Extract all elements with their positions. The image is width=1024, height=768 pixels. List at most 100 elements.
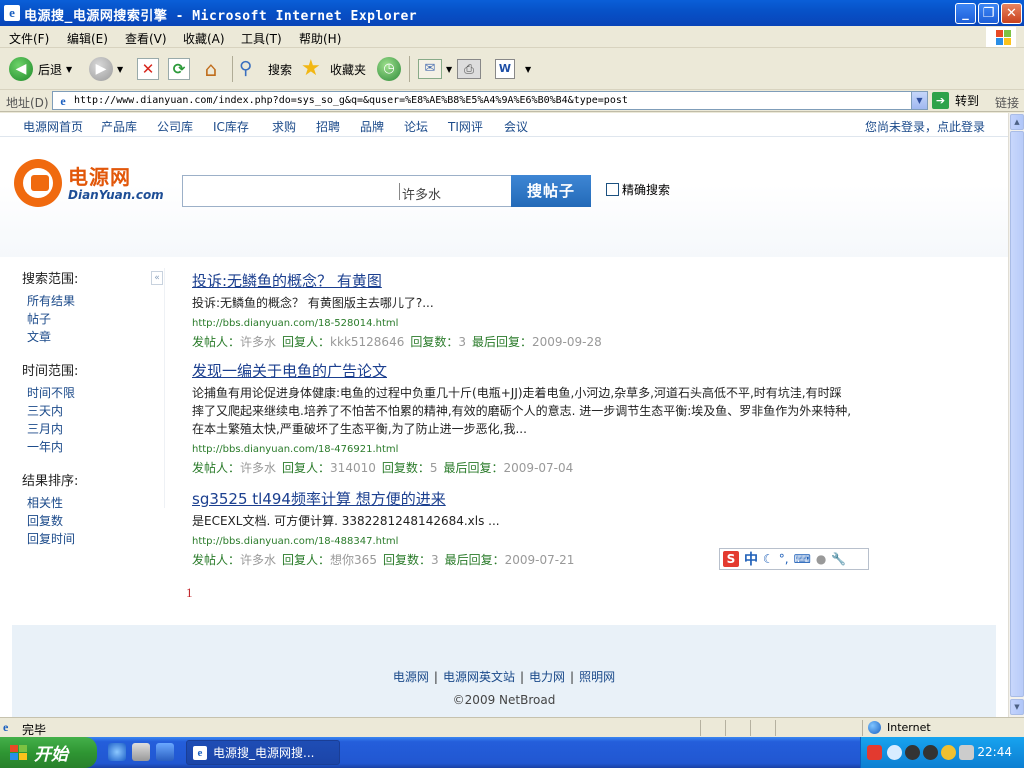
address-input[interactable]: e http://www.dianyuan.com/index.php?do=s…: [52, 91, 928, 110]
mail-button[interactable]: ✉ ▼: [418, 55, 452, 83]
links-button[interactable]: 链接: [995, 94, 1019, 111]
chevron-down-icon[interactable]: ▼: [911, 92, 927, 109]
search-button[interactable]: ⚲ 搜索: [239, 55, 292, 83]
moon-icon[interactable]: ☾: [763, 552, 774, 566]
ie-quicklaunch-icon[interactable]: [108, 743, 126, 761]
qq-tray-icon[interactable]: [905, 745, 920, 760]
go-button[interactable]: ➔ 转到: [932, 92, 979, 109]
arrow-tray-icon[interactable]: [887, 745, 902, 760]
ime-toolbar[interactable]: S 中 ☾ °, ⌨ ● 🔧: [719, 548, 869, 570]
sort-replies[interactable]: 回复数: [27, 512, 63, 529]
nav-forum[interactable]: 论坛: [404, 118, 428, 135]
scope-posts[interactable]: 帖子: [27, 310, 51, 327]
nav-meetings[interactable]: 会议: [504, 118, 528, 135]
menu-bar: 文件(F) 编辑(E) 查看(V) 收藏(A) 工具(T) 帮助(H): [0, 26, 1024, 48]
network-tray-icon[interactable]: [959, 745, 974, 760]
nav-ti-review[interactable]: TI网评: [448, 118, 483, 135]
site-logo[interactable]: 电源网 DianYuan.com: [14, 159, 174, 209]
login-link[interactable]: 您尚未登录，点此登录: [865, 118, 985, 135]
result-title[interactable]: 投诉:无鳞鱼的概念？ 有黄图: [192, 270, 852, 291]
status-bar: e 完毕 Internet: [0, 717, 1024, 737]
scope-articles[interactable]: 文章: [27, 328, 51, 345]
media-quicklaunch-icon[interactable]: [132, 743, 150, 761]
search-input[interactable]: 许多水: [182, 175, 512, 207]
maximize-button[interactable]: ❐: [978, 3, 999, 24]
footer-link-english[interactable]: 电源网英文站: [443, 670, 515, 684]
result-poster[interactable]: 许多水: [240, 553, 276, 567]
keyboard-icon[interactable]: ⌨: [794, 552, 811, 566]
vertical-scrollbar[interactable]: ▲ ▼: [1008, 113, 1024, 717]
taskbar-ie-window[interactable]: e 电源搜_电源网搜...: [186, 740, 340, 765]
user-icon[interactable]: ●: [816, 552, 826, 566]
chevron-down-icon[interactable]: ▼: [525, 65, 531, 74]
favorites-button[interactable]: ★ 收藏夹: [301, 55, 366, 83]
time-3months[interactable]: 三月内: [27, 420, 63, 437]
result-url[interactable]: http://bbs.dianyuan.com/18-528014.html: [192, 318, 852, 329]
forward-button[interactable]: ▶ ▼: [89, 55, 123, 83]
time-3days[interactable]: 三天内: [27, 402, 63, 419]
collapse-sidebar-icon[interactable]: «: [151, 271, 163, 285]
print-button[interactable]: ⎙: [457, 55, 481, 83]
result-replier[interactable]: 想你365: [330, 553, 377, 567]
chevron-down-icon[interactable]: ▼: [117, 65, 123, 74]
result-poster[interactable]: 许多水: [240, 335, 276, 349]
result-title[interactable]: 发现一编关于电鱼的广告论文: [192, 360, 852, 381]
volume-tray-icon[interactable]: [941, 745, 956, 760]
desktop-quicklaunch-icon[interactable]: [156, 743, 174, 761]
go-arrow-icon: ➔: [932, 92, 949, 109]
nav-products[interactable]: 产品库: [101, 118, 137, 135]
menu-view[interactable]: 查看(V): [125, 30, 167, 47]
nav-buy[interactable]: 求购: [272, 118, 296, 135]
result-replier[interactable]: kkk5128646: [330, 335, 404, 349]
wrench-icon[interactable]: 🔧: [831, 552, 846, 566]
scope-all[interactable]: 所有结果: [27, 292, 75, 309]
start-button[interactable]: 开始: [0, 737, 97, 768]
minimize-button[interactable]: _: [955, 3, 976, 24]
time-1year[interactable]: 一年内: [27, 438, 63, 455]
chevron-down-icon[interactable]: ▼: [66, 65, 72, 74]
qq-tray-icon[interactable]: [923, 745, 938, 760]
refresh-button[interactable]: ⟳: [168, 55, 190, 83]
nav-home[interactable]: 电源网首页: [23, 118, 83, 135]
result-replier[interactable]: 314010: [330, 461, 376, 475]
menu-edit[interactable]: 编辑(E): [67, 30, 108, 47]
result-url[interactable]: http://bbs.dianyuan.com/18-476921.html: [192, 444, 852, 455]
footer-link-power[interactable]: 电力网: [529, 670, 565, 684]
nav-brands[interactable]: 品牌: [360, 118, 384, 135]
menu-tools[interactable]: 工具(T): [241, 30, 282, 47]
chevron-down-icon[interactable]: ▼: [446, 65, 452, 74]
scroll-up-icon[interactable]: ▲: [1010, 114, 1024, 130]
result-title[interactable]: sg3525 tl494频率计算 想方便的进来: [192, 488, 852, 509]
scroll-down-icon[interactable]: ▼: [1010, 699, 1024, 715]
close-button[interactable]: ✕: [1001, 3, 1022, 24]
footer-link-lighting[interactable]: 照明网: [579, 670, 615, 684]
sogou-logo-icon[interactable]: S: [723, 551, 739, 567]
sort-relevance[interactable]: 相关性: [27, 494, 63, 511]
stop-button[interactable]: ✕: [137, 55, 159, 83]
menu-help[interactable]: 帮助(H): [299, 30, 341, 47]
menu-favorites[interactable]: 收藏(A): [183, 30, 225, 47]
search-posts-button[interactable]: 搜帖子: [511, 175, 591, 207]
footer-link-dianyuan[interactable]: 电源网: [393, 670, 429, 684]
menu-file[interactable]: 文件(F): [9, 30, 49, 47]
result-poster[interactable]: 许多水: [240, 461, 276, 475]
history-button[interactable]: ◷: [377, 55, 401, 83]
punctuation-icon[interactable]: °,: [779, 552, 789, 566]
printer-icon: ⎙: [457, 59, 481, 79]
sort-reply-time[interactable]: 回复时间: [27, 530, 75, 547]
result-replies: 3: [458, 335, 466, 349]
sogou-tray-icon[interactable]: [867, 745, 882, 760]
result-url[interactable]: http://bbs.dianyuan.com/18-488347.html: [192, 536, 852, 547]
nav-ic-stock[interactable]: IC库存: [213, 118, 249, 135]
time-any[interactable]: 时间不限: [27, 384, 75, 401]
scroll-thumb[interactable]: [1010, 131, 1024, 697]
nav-companies[interactable]: 公司库: [157, 118, 193, 135]
exact-search-option[interactable]: 精确搜索: [606, 181, 670, 198]
home-button[interactable]: ⌂: [199, 55, 223, 83]
ime-language-toggle[interactable]: 中: [744, 549, 758, 569]
back-button[interactable]: ◀ 后退 ▼: [9, 55, 72, 83]
edit-button[interactable]: W ▼: [495, 55, 531, 83]
nav-jobs[interactable]: 招聘: [316, 118, 340, 135]
exact-search-checkbox[interactable]: [606, 183, 619, 196]
clock[interactable]: 22:44: [977, 745, 1012, 759]
